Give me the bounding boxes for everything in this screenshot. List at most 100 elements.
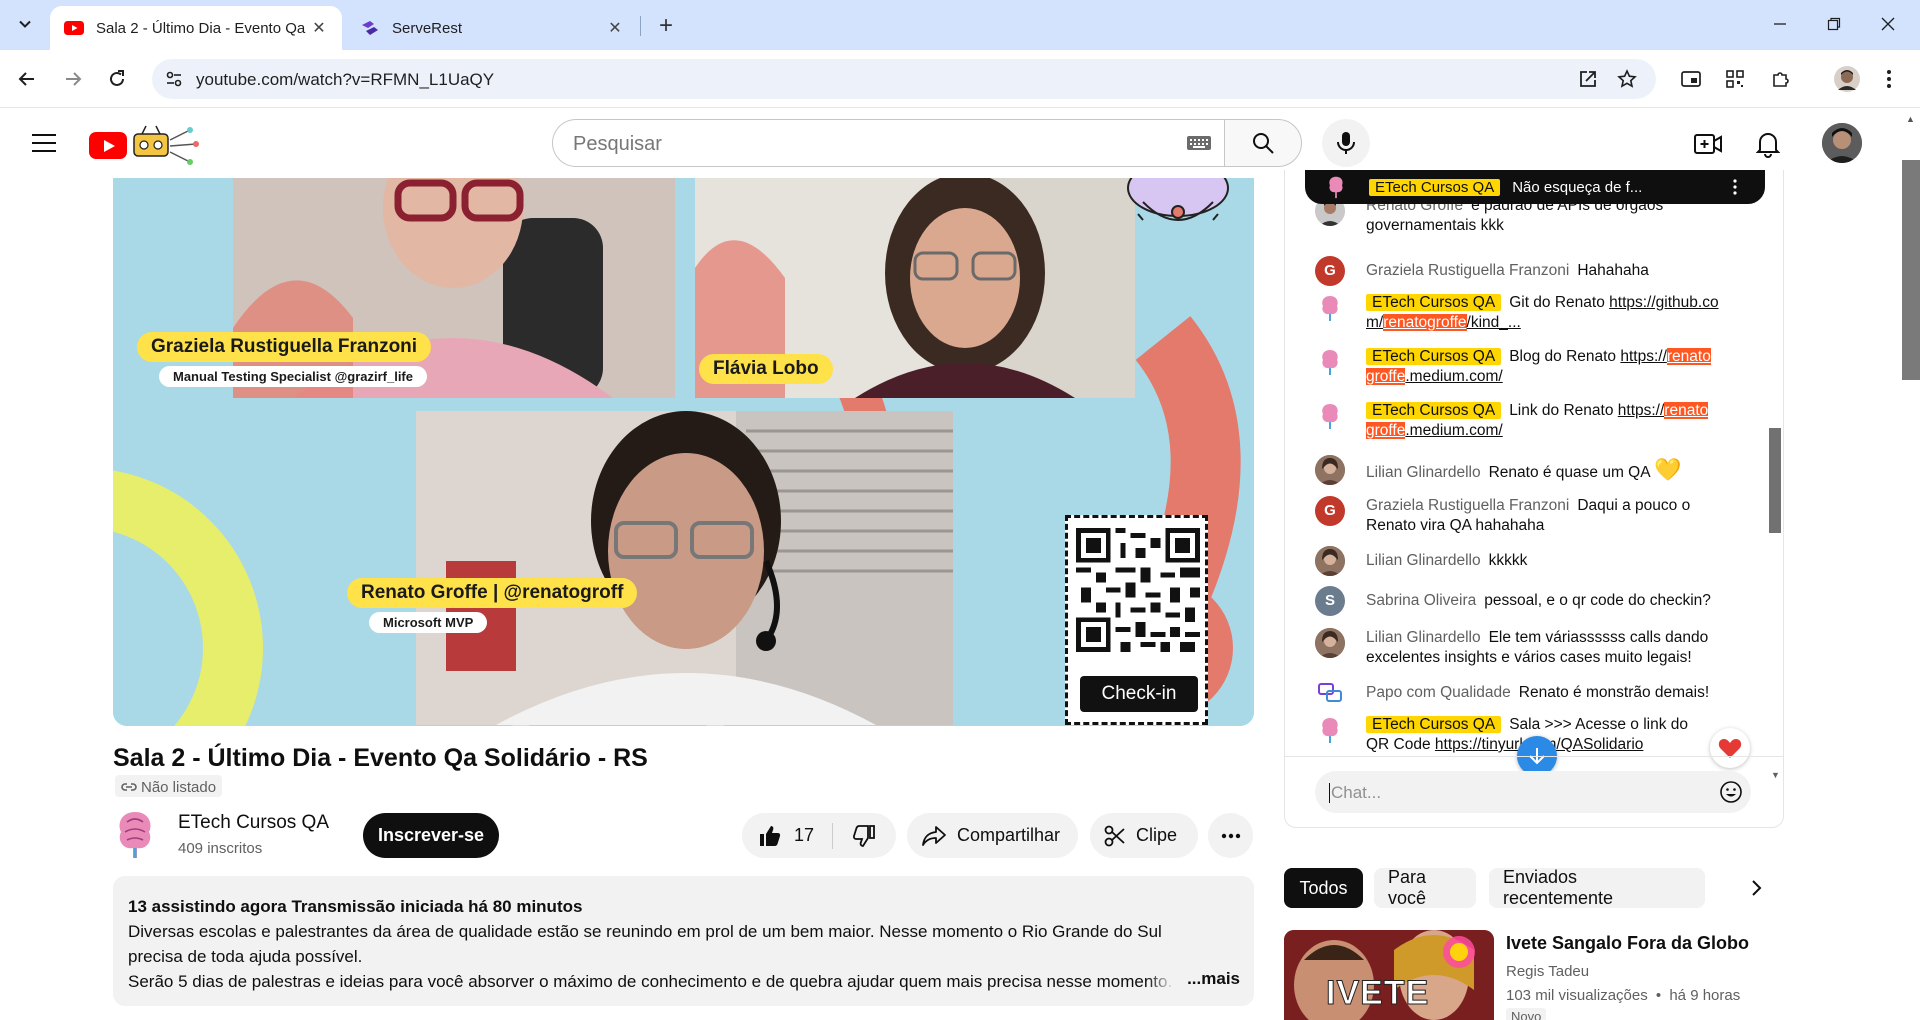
reload-button[interactable]: [100, 62, 134, 96]
new-tab-button[interactable]: +: [652, 12, 680, 40]
speaker-1-video-frame: [233, 178, 675, 398]
chat-message: S Sabrina Oliveira pessoal, e o qr code d…: [1315, 586, 1735, 616]
search-box[interactable]: Pesquisar: [552, 119, 1224, 167]
picture-in-picture-button[interactable]: [1674, 62, 1708, 96]
chip-all[interactable]: Todos: [1284, 868, 1363, 908]
recommended-video-thumbnail[interactable]: IVETE: [1284, 930, 1494, 1020]
speaker-1-name: Graziela Rustiguella Franzoni: [137, 332, 432, 362]
minimize-button[interactable]: [1758, 8, 1802, 40]
speaker-camera-3: [416, 411, 953, 725]
chat-text: >>> Acesse o link do: [1540, 716, 1688, 733]
more-vertical-icon[interactable]: [1733, 179, 1737, 195]
youtube-logo-icon[interactable]: [89, 132, 127, 159]
video-description[interactable]: 13 assistindo agora Transmissão iniciada…: [113, 876, 1254, 1006]
youtube-doodle-icon[interactable]: [130, 122, 202, 166]
site-info-icon[interactable]: [164, 69, 184, 89]
profile-button[interactable]: [1830, 62, 1864, 96]
search-button[interactable]: [1224, 119, 1302, 167]
chips-next-button[interactable]: [1740, 872, 1772, 904]
tab-youtube[interactable]: Sala 2 - Último Dia - Evento Qa ✕: [50, 6, 342, 50]
speaker-3-role: Microsoft MVP: [369, 612, 488, 633]
subscribe-button[interactable]: Inscrever-se: [363, 813, 499, 858]
chat-message: Lilian Glinardello Ele tem váriassssss ca…: [1315, 628, 1735, 668]
close-tab-icon[interactable]: ✕: [606, 19, 624, 37]
show-more-button[interactable]: ...mais: [1147, 966, 1240, 991]
chat-text: Hahahaha: [1577, 262, 1649, 279]
account-avatar[interactable]: [1822, 123, 1862, 163]
chevron-right-icon: [1752, 880, 1762, 896]
dislike-button[interactable]: [833, 813, 895, 858]
like-button[interactable]: 17: [742, 813, 832, 858]
voice-search-button[interactable]: [1322, 119, 1370, 167]
chat-input[interactable]: Chat...: [1315, 771, 1751, 813]
chat-avatar: G: [1315, 496, 1345, 526]
search-icon: [1253, 133, 1274, 154]
page-scrollbar-thumb[interactable]: [1902, 160, 1920, 380]
user-avatar-icon: [1822, 123, 1862, 163]
page-scrollbar[interactable]: ▲: [1902, 108, 1920, 1020]
bookmark-button[interactable]: [1615, 67, 1639, 91]
checkin-qr-panel[interactable]: Check-in: [1065, 515, 1208, 725]
address-bar[interactable]: youtube.com/watch?v=RFMN_L1UaQY: [152, 59, 1656, 99]
video-player[interactable]: Graziela Rustiguella Franzoni Manual Tes…: [113, 178, 1254, 726]
more-vertical-icon: [1887, 70, 1891, 88]
channel-avatar[interactable]: [113, 808, 157, 860]
browser-menu-button[interactable]: [1872, 62, 1906, 96]
forward-button[interactable]: [56, 62, 90, 96]
event-mascot-icon: [1127, 178, 1229, 221]
chat-link-highlight[interactable]: renatogroffe: [1383, 314, 1467, 331]
brain-logo-icon: [1322, 718, 1338, 743]
chat-message-list[interactable]: Renato Groffe é padrão de APIs de órgãos …: [1285, 196, 1783, 780]
tab-search-button[interactable]: [11, 10, 39, 38]
chat-avatar: [1315, 628, 1345, 658]
thumbs-down-icon: [852, 824, 875, 847]
open-in-app-button[interactable]: [1576, 67, 1600, 91]
tab-serverest[interactable]: ServeRest ✕: [346, 6, 638, 50]
chat-avatar: [1315, 293, 1345, 323]
chip-for-you[interactable]: Para você: [1374, 867, 1476, 908]
keyboard-icon[interactable]: [1186, 133, 1212, 153]
chat-text: pessoal, e o qr code do checkin?: [1484, 592, 1711, 609]
more-actions-button[interactable]: [1208, 813, 1253, 858]
minimize-icon: [1774, 23, 1786, 25]
chat-link[interactable]: .medium.com/: [1405, 368, 1502, 385]
tab-title: Sala 2 - Último Dia - Evento Qa: [96, 19, 306, 37]
chip-recently-uploaded[interactable]: Enviados recentemente: [1489, 867, 1705, 908]
close-icon: [1881, 17, 1895, 31]
arrow-right-icon: [66, 72, 82, 86]
chat-text: Renato é quase um QA: [1488, 464, 1650, 481]
notifications-button[interactable]: [1754, 130, 1782, 158]
create-button[interactable]: [1694, 130, 1722, 158]
restore-button[interactable]: [1812, 8, 1856, 40]
close-window-button[interactable]: [1866, 8, 1910, 40]
channel-name[interactable]: ETech Cursos QA: [178, 812, 329, 834]
extensions-button[interactable]: [1764, 62, 1798, 96]
share-label: Compartilhar: [957, 825, 1061, 845]
url-text[interactable]: youtube.com/watch?v=RFMN_L1UaQY: [196, 70, 494, 90]
chat-link[interactable]: https://: [1620, 348, 1667, 365]
youtube-favicon-icon: [64, 21, 84, 35]
share-button[interactable]: Compartilhar: [907, 813, 1078, 858]
chevron-down-icon: [19, 20, 31, 28]
recommended-video-views: 103 mil visualizações: [1506, 987, 1648, 1004]
chat-link[interactable]: .medium.com/: [1405, 422, 1502, 439]
qr-code-button[interactable]: [1718, 62, 1752, 96]
clip-button[interactable]: Clipe: [1090, 813, 1198, 858]
close-tab-icon[interactable]: ✕: [310, 19, 328, 37]
scroll-up-arrow[interactable]: ▲: [1906, 114, 1915, 124]
back-button[interactable]: [10, 62, 44, 96]
recommended-video-title[interactable]: Ivete Sangalo Fora da Globo: [1506, 933, 1749, 954]
guide-menu-button[interactable]: [26, 128, 62, 158]
chat-scrollbar-thumb[interactable]: [1769, 428, 1781, 533]
chat-text: QR Code: [1366, 736, 1435, 753]
meta-dot: •: [1655, 987, 1662, 1004]
chat-avatar: [1315, 401, 1345, 431]
pinned-message-banner[interactable]: ETech Cursos QA Não esqueça de f...: [1305, 170, 1765, 204]
reload-icon: [110, 70, 124, 86]
chat-input-placeholder: Chat...: [1329, 783, 1382, 803]
emoji-picker-icon[interactable]: [1719, 780, 1743, 804]
recommended-video-channel[interactable]: Regis Tadeu: [1506, 963, 1589, 980]
chat-link[interactable]: /kind_...: [1467, 314, 1521, 331]
brain-logo-icon: [1322, 404, 1338, 429]
chat-link[interactable]: https://: [1618, 402, 1665, 419]
